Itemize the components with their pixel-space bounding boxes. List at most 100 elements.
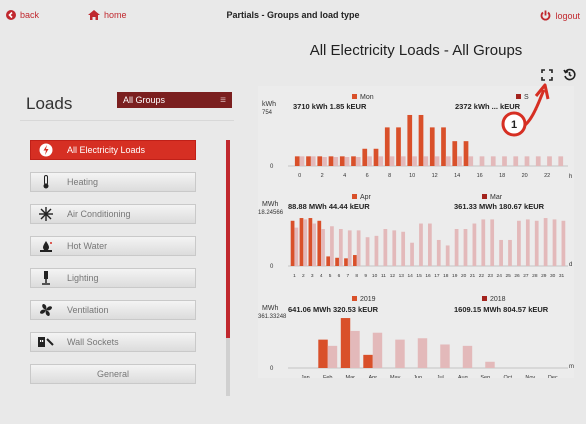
bar-previous bbox=[499, 239, 503, 266]
x-tick-label: 16 bbox=[477, 173, 483, 179]
bar-previous bbox=[417, 338, 428, 368]
bar-current bbox=[299, 218, 304, 266]
bar-current bbox=[335, 257, 339, 266]
bar-previous bbox=[367, 156, 372, 166]
loads-menu: All Electricity Loads Heating Air Condit… bbox=[30, 140, 196, 396]
x-tick-label: Mar bbox=[346, 375, 356, 378]
menu-item-air-conditioning[interactable]: Air Conditioning bbox=[30, 204, 196, 224]
legend-marker-prev bbox=[482, 296, 487, 301]
legend-summary-prev: 2372 kWh ... kEUR bbox=[455, 102, 521, 111]
bar-previous bbox=[547, 156, 552, 166]
y-unit-label: kWh bbox=[262, 101, 276, 108]
bar-current bbox=[351, 156, 356, 166]
x-tick-label: 25 bbox=[505, 273, 511, 279]
power-icon bbox=[540, 10, 551, 21]
bar-previous bbox=[423, 156, 429, 166]
bar-current bbox=[344, 258, 348, 266]
x-tick-label: Jan bbox=[301, 375, 310, 378]
x-tick-label: 10 bbox=[409, 173, 415, 179]
x-tick-label: Oct bbox=[503, 375, 512, 378]
x-tick-label: 14 bbox=[454, 173, 460, 179]
loads-title: Loads bbox=[26, 94, 73, 113]
x-tick-label: 22 bbox=[544, 173, 550, 179]
bar-previous bbox=[299, 156, 305, 166]
legend-name-prev: 2018 bbox=[490, 296, 506, 303]
bar-previous bbox=[392, 230, 397, 266]
bar-previous bbox=[535, 156, 541, 166]
charts-area: kWh 754 0 h Mon 3710 kWh 1.85 kEUR S 237… bbox=[258, 82, 574, 381]
charts-svg: kWh 754 0 h Mon 3710 kWh 1.85 kEUR S 237… bbox=[258, 83, 574, 381]
bar-previous bbox=[378, 156, 384, 166]
bar-current bbox=[373, 148, 379, 166]
bar-current bbox=[308, 218, 313, 266]
legend-marker-current bbox=[352, 94, 357, 99]
menu-item-hot-water[interactable]: Hot Water bbox=[30, 236, 196, 256]
menu-item-label: Air Conditioning bbox=[67, 209, 131, 219]
y-unit-label: MWh bbox=[262, 201, 278, 208]
legend-name-prev: Mar bbox=[490, 194, 503, 201]
bar-current bbox=[463, 141, 469, 166]
bar-previous bbox=[463, 229, 468, 266]
menu-item-general[interactable]: General bbox=[30, 364, 196, 384]
bar-previous bbox=[356, 230, 361, 266]
legend-name-current: Apr bbox=[360, 194, 372, 201]
x-tick-label: 6 bbox=[366, 173, 369, 179]
bar-previous bbox=[344, 157, 350, 166]
menu-item-ventilation[interactable]: Ventilation bbox=[30, 300, 196, 320]
bar-previous bbox=[327, 345, 338, 368]
bar-current bbox=[340, 318, 351, 368]
x-tick-label: 9 bbox=[364, 273, 367, 279]
bar-current bbox=[418, 114, 424, 166]
x-tick-label: 4 bbox=[320, 273, 323, 279]
bar-previous bbox=[310, 156, 316, 166]
x-tick-label: 15 bbox=[416, 273, 422, 279]
bar-previous bbox=[543, 218, 548, 266]
bar-previous bbox=[389, 156, 395, 166]
bar-previous bbox=[303, 219, 308, 266]
bar-current bbox=[396, 127, 401, 166]
bar-previous bbox=[508, 239, 512, 266]
bar-previous bbox=[502, 156, 507, 166]
x-tick-label: Jun bbox=[413, 375, 422, 378]
sidebar-scrollbar-thumb[interactable] bbox=[226, 140, 230, 338]
x-tick-label: 28 bbox=[532, 273, 538, 279]
bar-previous bbox=[350, 330, 360, 368]
x-tick-label: Nov bbox=[525, 375, 535, 378]
x-tick-label: 19 bbox=[452, 273, 458, 279]
menu-item-label: Hot Water bbox=[67, 241, 108, 251]
legend-marker-prev bbox=[482, 194, 487, 199]
bar-previous bbox=[322, 157, 327, 166]
x-tick-label: 13 bbox=[399, 273, 405, 279]
menu-item-heating[interactable]: Heating bbox=[30, 172, 196, 192]
bar-current bbox=[290, 220, 295, 266]
legend-summary-prev: 1609.15 MWh 804.57 kEUR bbox=[454, 305, 549, 314]
logout-button[interactable]: logout bbox=[540, 10, 580, 21]
menu-item-all-electricity-loads[interactable]: All Electricity Loads bbox=[30, 140, 196, 160]
x-tick-label: 6 bbox=[338, 273, 341, 279]
x-tick-label: 14 bbox=[408, 273, 414, 279]
x-tick-label: Apr bbox=[368, 375, 377, 378]
thermometer-icon bbox=[37, 175, 55, 189]
menu-item-label: Heating bbox=[67, 177, 99, 187]
bar-previous bbox=[330, 226, 334, 266]
x-tick-label: 10 bbox=[372, 273, 378, 279]
x-tick-label: 24 bbox=[497, 273, 503, 279]
group-select[interactable]: All Groups ≡ bbox=[117, 92, 232, 108]
bar-previous bbox=[347, 230, 352, 266]
bar-previous bbox=[395, 339, 405, 368]
menu-item-lighting[interactable]: Lighting bbox=[30, 268, 196, 288]
legend-summary-current: 641.06 MWh 320.53 kEUR bbox=[288, 305, 379, 314]
bar-previous bbox=[524, 156, 530, 166]
bar-previous bbox=[333, 157, 339, 166]
bar-current bbox=[429, 127, 435, 166]
bar-previous bbox=[552, 219, 557, 266]
x-tick-label: Aug bbox=[458, 375, 468, 378]
x-tick-label: 18 bbox=[443, 273, 449, 279]
bar-previous bbox=[428, 223, 432, 266]
x-tick-label: 0 bbox=[298, 173, 301, 179]
legend-summary-current: 88.88 MWh 44.44 kEUR bbox=[288, 202, 370, 211]
legend-marker-prev bbox=[516, 94, 521, 99]
menu-item-wall-sockets[interactable]: Wall Sockets bbox=[30, 332, 196, 352]
x-tick-label: Feb bbox=[323, 375, 332, 378]
x-tick-label: 12 bbox=[390, 273, 396, 279]
